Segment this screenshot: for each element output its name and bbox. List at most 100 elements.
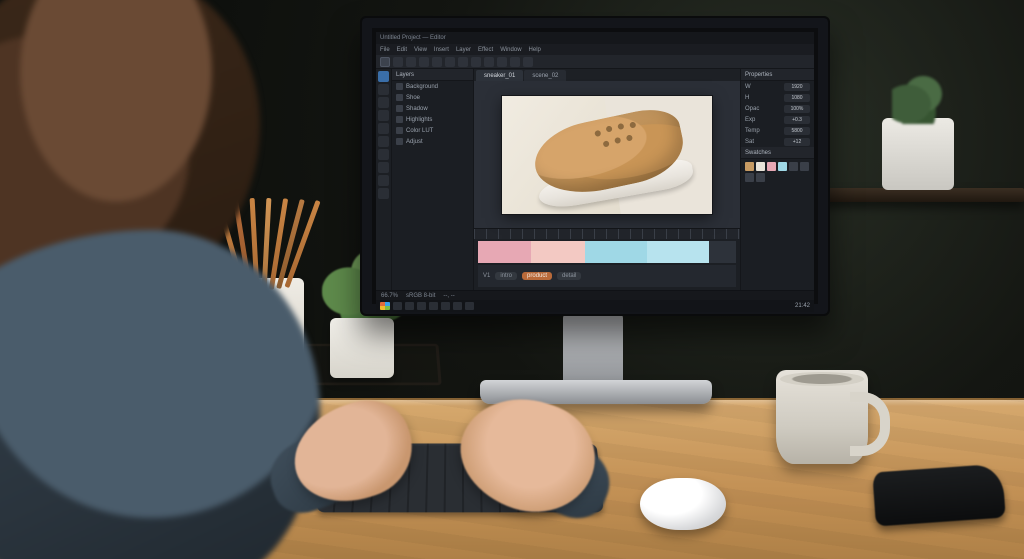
tool-lasso[interactable] <box>378 97 389 108</box>
mini-swatch[interactable] <box>778 162 787 171</box>
tab-scene[interactable]: scene_02 <box>524 70 566 81</box>
center-area: sneaker_01 scene_02 <box>474 69 740 290</box>
prop-key: H <box>745 95 749 101</box>
prop-value[interactable]: 1920 <box>784 83 810 91</box>
layer-row[interactable]: Adjust <box>392 136 473 147</box>
taskbar-clock[interactable]: 21:42 <box>795 303 810 309</box>
shape-icon[interactable] <box>458 57 468 67</box>
gradient-icon[interactable] <box>523 57 533 67</box>
clip-detail[interactable]: detail <box>557 272 581 280</box>
start-button-icon[interactable] <box>380 302 390 310</box>
prop-row: H 1080 <box>741 92 814 103</box>
taskbar-app-icon[interactable] <box>393 302 402 310</box>
layer-row[interactable]: Highlights <box>392 114 473 125</box>
window-titlebar[interactable]: Untitled Project — Editor <box>376 32 814 44</box>
layer-row[interactable]: Background <box>392 81 473 92</box>
prop-row: Opac 100% <box>741 103 814 114</box>
menu-window[interactable]: Window <box>500 47 521 53</box>
taskbar-app-icon[interactable] <box>405 302 414 310</box>
timeline-ruler[interactable] <box>474 229 740 239</box>
canvas-viewport[interactable] <box>474 81 740 228</box>
tool-clone[interactable] <box>378 136 389 147</box>
tool-pen[interactable] <box>378 110 389 121</box>
mini-swatch[interactable] <box>789 162 798 171</box>
menu-file[interactable]: File <box>380 47 390 53</box>
tool-marquee[interactable] <box>378 84 389 95</box>
mini-swatches <box>741 159 814 185</box>
mini-swatch[interactable] <box>745 173 754 182</box>
menu-edit[interactable]: Edit <box>397 47 407 53</box>
taskbar-app-icon[interactable] <box>417 302 426 310</box>
brush-icon[interactable] <box>419 57 429 67</box>
layer-label: Highlights <box>406 117 432 123</box>
monitor: Untitled Project — Editor File Edit View… <box>360 16 830 316</box>
prop-row: Temp5800 <box>741 125 814 136</box>
mini-swatch[interactable] <box>767 162 776 171</box>
prop-value[interactable]: +0.3 <box>784 116 810 124</box>
os-taskbar[interactable]: 21:42 <box>376 300 814 312</box>
tool-zoom[interactable] <box>378 188 389 199</box>
select-icon[interactable] <box>393 57 403 67</box>
layer-label: Background <box>406 84 438 90</box>
mouse <box>640 478 726 530</box>
mini-swatch[interactable] <box>756 173 765 182</box>
hand-icon[interactable] <box>497 57 507 67</box>
swatch-1[interactable] <box>478 241 531 263</box>
tool-eyedrop[interactable] <box>378 175 389 186</box>
tool-shape[interactable] <box>378 162 389 173</box>
timeline-tracks[interactable]: V1 intro product detail <box>478 265 736 287</box>
menu-insert[interactable]: Insert <box>434 47 449 53</box>
swatch-2[interactable] <box>531 241 584 263</box>
swatch-3[interactable] <box>585 241 647 263</box>
canvas[interactable] <box>502 96 712 214</box>
status-zoom[interactable]: 66.7% <box>381 293 398 299</box>
prop-row: Sat+12 <box>741 136 814 147</box>
stapler <box>872 464 1005 527</box>
status-bar: 66.7% sRGB 8-bit --, -- <box>376 290 814 300</box>
menu-layer[interactable]: Layer <box>456 47 471 53</box>
eraser-icon[interactable] <box>432 57 442 67</box>
taskbar-app-icon[interactable] <box>441 302 450 310</box>
swatch-5[interactable] <box>709 241 736 263</box>
monitor-stand-neck <box>563 314 623 386</box>
text-icon[interactable] <box>445 57 455 67</box>
prop-value[interactable]: +12 <box>784 138 810 146</box>
tool-pointer[interactable] <box>378 71 389 82</box>
editor-app-window: Untitled Project — Editor File Edit View… <box>376 32 814 300</box>
mini-swatch[interactable] <box>756 162 765 171</box>
prop-value[interactable]: 5800 <box>784 127 810 135</box>
timeline-panel: V1 intro product detail <box>474 228 740 290</box>
layer-row[interactable]: Shadow <box>392 103 473 114</box>
editor-body: Layers Background Shoe Shadow Highlights… <box>376 69 814 290</box>
clip-intro[interactable]: intro <box>495 272 517 280</box>
mask-icon[interactable] <box>510 57 520 67</box>
tool-type[interactable] <box>378 149 389 160</box>
tool-brush[interactable] <box>378 123 389 134</box>
layers-panel: Layers Background Shoe Shadow Highlights… <box>392 69 474 290</box>
taskbar-app-icon[interactable] <box>429 302 438 310</box>
taskbar-app-icon[interactable] <box>453 302 462 310</box>
eyedrop-icon[interactable] <box>471 57 481 67</box>
menu-bar[interactable]: File Edit View Insert Layer Effect Windo… <box>376 44 814 55</box>
layer-label: Shoe <box>406 95 420 101</box>
swatch-4[interactable] <box>647 241 709 263</box>
clip-product[interactable]: product <box>522 272 552 280</box>
taskbar-app-icon[interactable] <box>465 302 474 310</box>
crop-icon[interactable] <box>406 57 416 67</box>
prop-value[interactable]: 1080 <box>784 94 810 102</box>
mini-swatch[interactable] <box>745 162 754 171</box>
prop-key: Opac <box>745 106 759 112</box>
prop-value[interactable]: 100% <box>784 105 810 113</box>
layer-row[interactable]: Color LUT <box>392 125 473 136</box>
layer-row[interactable]: Shoe <box>392 92 473 103</box>
status-cursor: --, -- <box>443 293 454 299</box>
menu-help[interactable]: Help <box>529 47 541 53</box>
tab-sneaker[interactable]: sneaker_01 <box>476 70 523 81</box>
properties-panel: Properties W1920 H1080 Opac100% Exp+0.3 … <box>740 69 814 290</box>
mini-swatch[interactable] <box>800 162 809 171</box>
menu-effect[interactable]: Effect <box>478 47 493 53</box>
layer-label: Color LUT <box>406 128 433 134</box>
move-icon[interactable] <box>380 57 390 67</box>
zoom-icon[interactable] <box>484 57 494 67</box>
menu-view[interactable]: View <box>414 47 427 53</box>
